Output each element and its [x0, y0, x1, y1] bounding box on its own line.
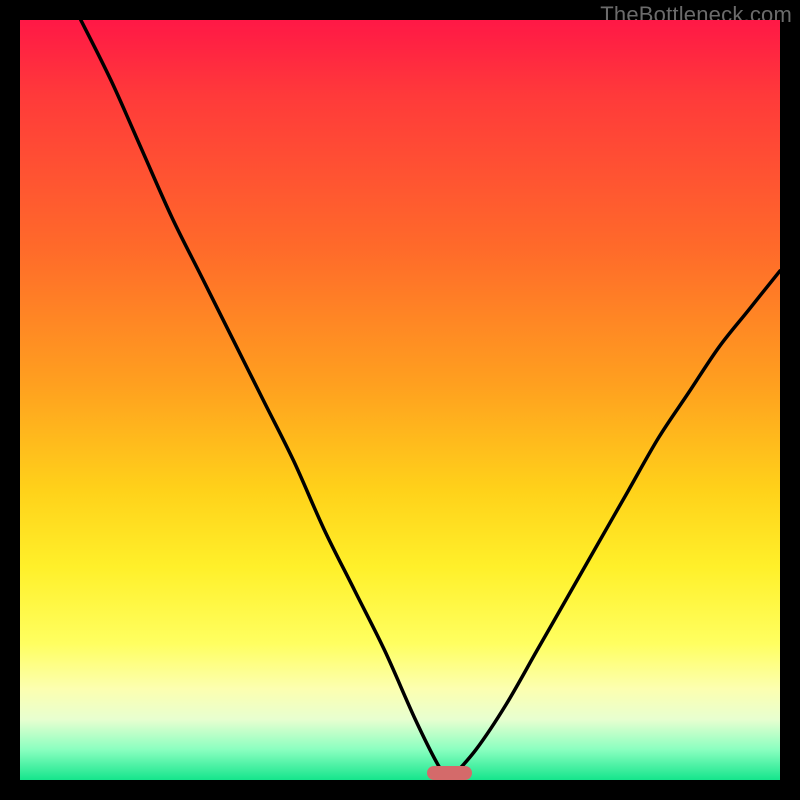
curve-right-branch [449, 271, 780, 780]
optimum-marker [427, 766, 473, 780]
chart-frame: TheBottleneck.com [0, 0, 800, 800]
curve-left-branch [81, 20, 450, 780]
plot-area [20, 20, 780, 780]
bottleneck-curve [20, 20, 780, 780]
